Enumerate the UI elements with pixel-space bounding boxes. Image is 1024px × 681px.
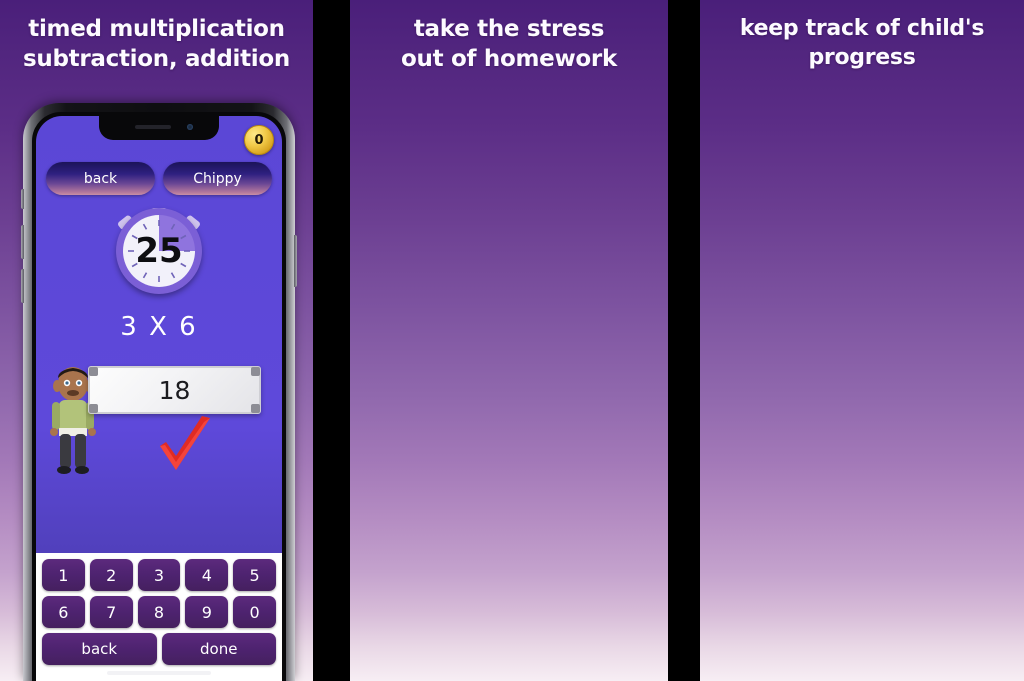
- app-screen-quiz: 0 back Chippy 25 3 X 6 18 1 2 3 4 5 6 7 …: [36, 116, 282, 681]
- app-store-screenshot-set: timed multiplication subtraction, additio…: [0, 0, 1024, 681]
- timer-value: 25: [135, 231, 183, 271]
- keypad-row-1: 1 2 3 4 5: [42, 559, 276, 591]
- key-8[interactable]: 8: [137, 596, 181, 628]
- profile-name-button[interactable]: Chippy: [163, 162, 272, 195]
- numeric-keypad: 1 2 3 4 5 6 7 8 9 0 back done: [36, 553, 282, 681]
- math-question: 3 X 6: [120, 312, 198, 342]
- correct-checkmark-icon: [160, 416, 210, 470]
- answer-input-box[interactable]: 18: [88, 366, 261, 414]
- answer-value: 18: [158, 375, 191, 405]
- key-9[interactable]: 9: [185, 596, 229, 628]
- phone-notch: [99, 116, 219, 140]
- back-button[interactable]: back: [46, 162, 155, 195]
- key-7[interactable]: 7: [89, 596, 133, 628]
- key-4[interactable]: 4: [185, 559, 229, 591]
- panel-3-caption: keep track of child's progress: [739, 16, 985, 71]
- key-2[interactable]: 2: [89, 559, 133, 591]
- phone-side-button-volume-up: [21, 225, 24, 259]
- key-5[interactable]: 5: [233, 559, 276, 591]
- nav-button-row-1: back Chippy: [46, 162, 272, 195]
- stopwatch-timer: 25: [116, 208, 202, 294]
- panel-1-caption: timed multiplication subtraction, additio…: [23, 16, 290, 73]
- keypad-back-button[interactable]: back: [42, 633, 157, 665]
- screenshot-panel-1: timed multiplication subtraction, additio…: [0, 0, 313, 681]
- key-0[interactable]: 0: [233, 596, 276, 628]
- key-3[interactable]: 3: [137, 559, 181, 591]
- key-6[interactable]: 6: [42, 596, 85, 628]
- home-indicator: [107, 671, 211, 675]
- panel-2-caption: take the stress out of homework: [401, 16, 617, 73]
- key-1[interactable]: 1: [42, 559, 85, 591]
- phone-side-button-volume-down: [21, 269, 24, 303]
- screenshot-panel-2: take the stressout of homework 10 back A…: [350, 0, 668, 681]
- front-camera-icon: [187, 124, 193, 130]
- keypad-row-3: back done: [42, 633, 276, 665]
- coin-badge: 0: [244, 125, 274, 155]
- screenshot-panel-3: keep track of child'sprogress 60 back Ab…: [700, 0, 1024, 681]
- phone-mockup-1: 0 back Chippy 25 3 X 6 18 1 2 3 4 5 6 7 …: [21, 103, 297, 681]
- stopwatch-dial: 25: [123, 215, 195, 287]
- phone-bezel-1: 0 back Chippy 25 3 X 6 18 1 2 3 4 5 6 7 …: [32, 112, 286, 681]
- phone-side-button-power: [294, 235, 297, 287]
- stopwatch-face: 25: [116, 208, 202, 294]
- keypad-row-2: 6 7 8 9 0: [42, 596, 276, 628]
- earpiece-speaker-icon: [135, 125, 171, 129]
- keypad-done-button[interactable]: done: [161, 633, 276, 665]
- phone-side-button-mute: [21, 189, 24, 209]
